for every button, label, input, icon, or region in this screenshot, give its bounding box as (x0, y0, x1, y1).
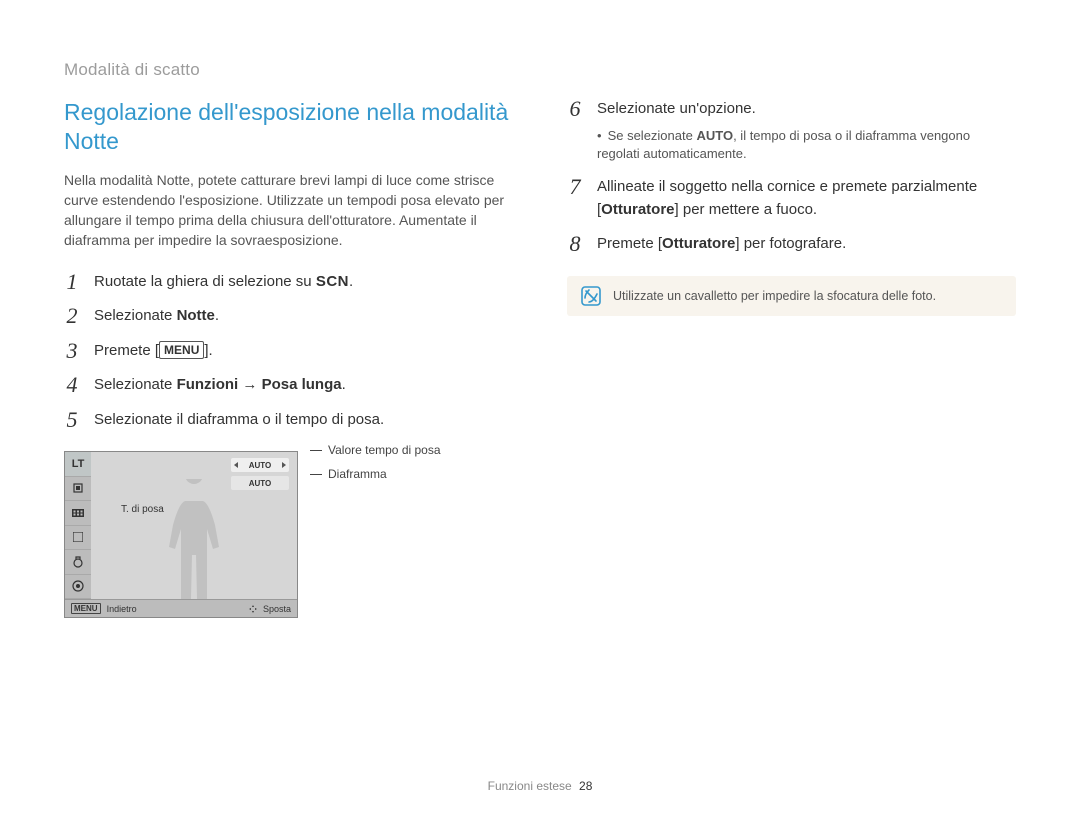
pill-label: AUTO (249, 461, 272, 470)
breadcrumb: Modalità di scatto (64, 60, 1016, 80)
step-bold: Posa lunga (262, 376, 342, 393)
pill-label: AUTO (249, 479, 272, 488)
footer-move-label: Sposta (263, 604, 291, 614)
step-number: 8 (567, 233, 583, 255)
step-bold: Otturatore (662, 235, 735, 252)
step-text: Selezionate il diaframma o il tempo di p… (94, 409, 513, 432)
menu-button-label: MENU (159, 341, 204, 359)
step-number: 2 (64, 305, 80, 327)
camera-sidebar: LT (65, 452, 92, 599)
sub-step: •Se selezionate AUTO, il tempo di posa o… (597, 127, 1016, 165)
sidebar-icon (65, 526, 91, 551)
right-column: 6 Selezionate un'opzione. •Se selezionat… (567, 98, 1016, 618)
shutter-label: T. di posa (121, 504, 164, 515)
intro-paragraph: Nella modalità Notte, potete catturare b… (64, 170, 513, 251)
callout-aperture: Diaframma (328, 467, 387, 481)
footer-back-label: Indietro (107, 604, 137, 614)
step-text: Ruotate la ghiera di selezione su (94, 273, 316, 290)
dpad-icon (249, 605, 257, 613)
step-text: . (349, 273, 353, 290)
page-footer: Funzioni estese 28 (0, 779, 1080, 793)
substep-text: Se selezionate (608, 128, 697, 143)
page-number: 28 (579, 779, 592, 793)
camera-with-callouts: LT (64, 443, 513, 618)
person-silhouette-icon (159, 479, 229, 599)
sidebar-icon (65, 550, 91, 575)
section-heading: Regolazione dell'esposizione nella modal… (64, 98, 513, 156)
step-text: . (215, 307, 219, 324)
scn-mode-label: SCN (316, 273, 349, 290)
footer-section: Funzioni estese (488, 779, 572, 793)
menu-button-mini: MENU (71, 603, 101, 614)
step-2: 2 Selezionate Notte. (64, 305, 513, 328)
left-column: Regolazione dell'esposizione nella modal… (64, 98, 513, 618)
step-text: . (342, 376, 346, 393)
step-text: Premete [ (597, 235, 662, 252)
step-number: 5 (64, 409, 80, 431)
step-bold: Otturatore (601, 201, 674, 218)
arrow: → (238, 376, 261, 393)
step-8: 8 Premete [Otturatore] per fotografare. (567, 233, 1016, 256)
camera-main: AUTO AUTO T. di posa (91, 452, 297, 599)
sidebar-icon (65, 575, 91, 600)
note-icon (581, 286, 601, 306)
callout-shutter: Valore tempo di posa (328, 443, 441, 457)
step-text: Premete [ (94, 342, 159, 359)
steps-list-right: 6 Selezionate un'opzione. •Se selezionat… (567, 98, 1016, 256)
step-1: 1 Ruotate la ghiera di selezione su SCN. (64, 271, 513, 294)
sidebar-icon (65, 501, 91, 526)
step-bold: Notte (177, 307, 215, 324)
step-text: ]. (204, 342, 212, 359)
mode-indicator: LT (65, 452, 91, 477)
step-5: 5 Selezionate il diaframma o il tempo di… (64, 409, 513, 432)
shutter-value-pill: AUTO (231, 458, 289, 472)
sidebar-icon (65, 477, 91, 502)
substep-bold: AUTO (696, 128, 733, 143)
right-arrow-icon (282, 462, 286, 468)
note-text: Utilizzate un cavalletto per impedire la… (613, 289, 936, 303)
step-number: 3 (64, 340, 80, 362)
camera-footer: MENU Indietro Sposta (65, 599, 297, 617)
step-text: Selezionate (94, 307, 177, 324)
step-3: 3 Premete [MENU]. (64, 340, 513, 363)
camera-screen: LT (64, 451, 298, 618)
step-bold: Funzioni (177, 376, 239, 393)
step-4: 4 Selezionate Funzioni → Posa lunga. (64, 374, 513, 397)
step-text: Selezionate un'opzione. (597, 100, 756, 117)
left-arrow-icon (234, 462, 238, 468)
step-text: ] per mettere a fuoco. (675, 201, 818, 218)
step-7: 7 Allineate il soggetto nella cornice e … (567, 176, 1016, 221)
steps-list-left: 1 Ruotate la ghiera di selezione su SCN.… (64, 271, 513, 432)
step-number: 7 (567, 176, 583, 198)
aperture-value-pill: AUTO (231, 476, 289, 490)
step-number: 1 (64, 271, 80, 293)
step-text: ] per fotografare. (735, 235, 846, 252)
note-box: Utilizzate un cavalletto per impedire la… (567, 276, 1016, 316)
step-number: 6 (567, 98, 583, 120)
step-number: 4 (64, 374, 80, 396)
step-6: 6 Selezionate un'opzione. •Se selezionat… (567, 98, 1016, 164)
step-text: Selezionate (94, 376, 177, 393)
